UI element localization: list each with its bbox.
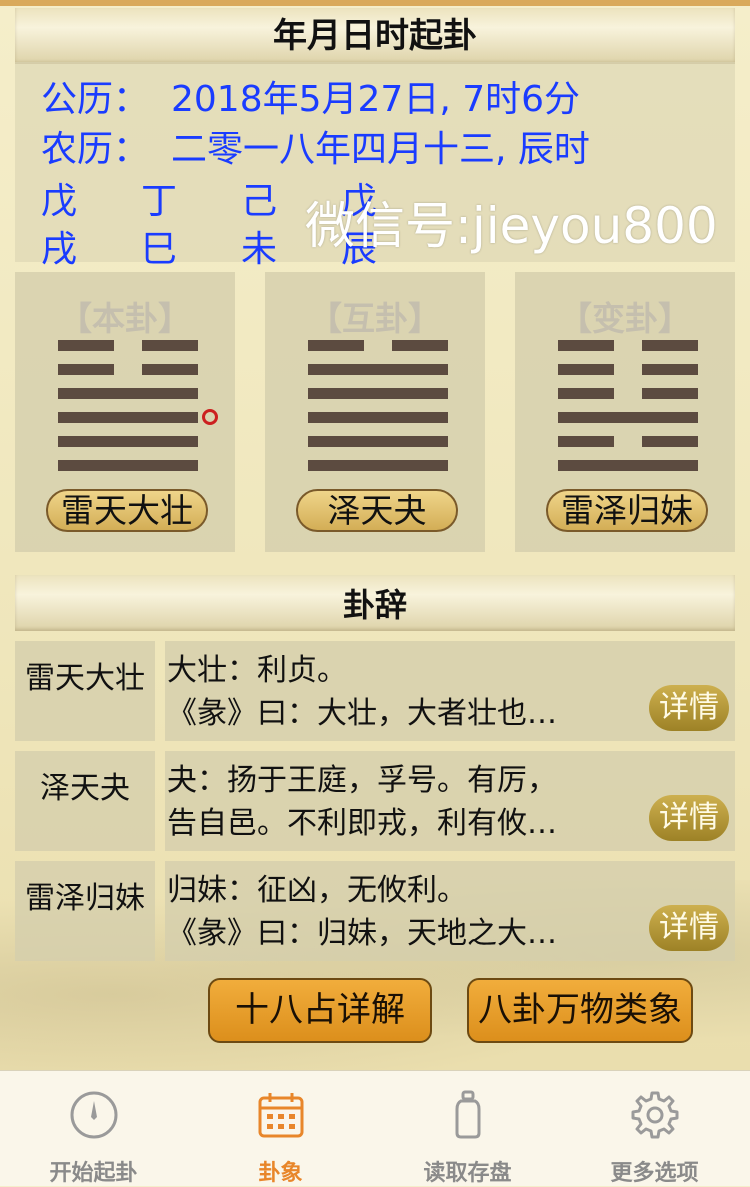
- branch-year: 戌: [41, 229, 78, 270]
- hexagram-name-button[interactable]: 泽天夬: [296, 489, 458, 532]
- compass-icon: [70, 1091, 118, 1139]
- watermark: 微信号:jieyou800: [305, 197, 718, 255]
- tab-label: 开始起卦: [49, 1161, 138, 1186]
- yin-line: [558, 364, 698, 375]
- solar-label: 公历：: [41, 79, 150, 120]
- hexagram-panel-main: 【本卦】 雷天大壮: [15, 272, 235, 552]
- hexagram-name-button[interactable]: 雷泽归妹: [546, 489, 708, 532]
- hexagram-panel-mutual: 【互卦】 泽天夬: [265, 272, 485, 552]
- yang-line: [308, 460, 448, 471]
- yang-line: [308, 388, 448, 399]
- guaci-line: 夬：扬于王庭，孚号。有厉，: [167, 763, 557, 798]
- guaci-row-text: 夬：扬于王庭，孚号。有厉， 告自邑。不利即戎，利有攸… 详情: [165, 751, 735, 851]
- bagua-images-button[interactable]: 八卦万物类象: [467, 978, 693, 1043]
- tab-bar: 开始起卦 卦象 读取存盘 更多选项: [0, 1070, 750, 1186]
- guaci-row-text: 大壮：利贞。 《彖》曰：大壮，大者壮也… 详情: [165, 641, 735, 741]
- top-edge: [0, 0, 750, 6]
- guaci-row-name: 雷天大壮: [15, 641, 155, 741]
- calendar-icon: [258, 1093, 304, 1138]
- guaci-line: 《彖》曰：归妹，天地之大…: [167, 916, 557, 951]
- yang-line: [58, 388, 198, 399]
- yang-line: [308, 436, 448, 447]
- guaci-row-name: 泽天夬: [15, 751, 155, 851]
- yang-line: [58, 412, 198, 423]
- yin-line: [558, 388, 698, 399]
- detail-button[interactable]: 详情: [649, 795, 729, 841]
- bottle-icon: [455, 1090, 481, 1139]
- tab-start[interactable]: 开始起卦: [0, 1071, 187, 1186]
- shiba-detail-button[interactable]: 十八占详解: [208, 978, 432, 1043]
- lunar-date-line: 农历： 二零一八年四月十三, 辰时: [41, 120, 590, 172]
- tab-label: 卦象: [258, 1161, 303, 1186]
- page-title: 年月日时起卦: [15, 8, 735, 64]
- guaci-row-name: 雷泽归妹: [15, 861, 155, 961]
- tab-hexagram[interactable]: 卦象: [187, 1071, 374, 1186]
- guaci-line: 大壮：利贞。: [167, 653, 347, 688]
- moving-line-marker: [202, 409, 218, 425]
- solar-value: 2018年5月27日, 7时6分: [171, 79, 581, 120]
- yang-line: [58, 460, 198, 471]
- yin-line: [308, 340, 448, 351]
- solar-date-line: 公历： 2018年5月27日, 7时6分: [41, 70, 580, 122]
- branch-day: 未: [241, 229, 278, 270]
- yang-line: [558, 412, 698, 423]
- tab-load[interactable]: 读取存盘: [374, 1071, 561, 1186]
- tab-label: 读取存盘: [423, 1161, 512, 1186]
- detail-button[interactable]: 详情: [649, 685, 729, 731]
- yin-line: [58, 340, 198, 351]
- hexagram-panel-changed: 【变卦】 雷泽归妹: [515, 272, 735, 552]
- gear-icon: [631, 1091, 679, 1139]
- stem-year: 戊: [41, 181, 78, 222]
- stem-month: 丁: [141, 181, 178, 222]
- lunar-label: 农历：: [41, 129, 150, 170]
- yin-line: [58, 364, 198, 375]
- lunar-value: 二零一八年四月十三, 辰时: [171, 129, 590, 170]
- hexagram-title: 【互卦】: [309, 299, 441, 338]
- yang-line: [558, 460, 698, 471]
- hexagram-name-button[interactable]: 雷天大壮: [46, 489, 208, 532]
- guaci-title: 卦辞: [15, 575, 735, 631]
- stem-day: 己: [241, 181, 278, 222]
- guaci-row-text: 归妹：征凶，无攸利。 《彖》曰：归妹，天地之大… 详情: [165, 861, 735, 961]
- tab-label: 更多选项: [610, 1161, 699, 1186]
- yang-line: [308, 412, 448, 423]
- tab-more[interactable]: 更多选项: [561, 1071, 748, 1186]
- yang-line: [308, 364, 448, 375]
- hexagram-title: 【本卦】: [59, 299, 191, 338]
- yin-line: [558, 436, 698, 447]
- branch-month: 巳: [141, 229, 178, 270]
- detail-button[interactable]: 详情: [649, 905, 729, 951]
- hexagram-title: 【变卦】: [559, 299, 691, 338]
- yang-line: [58, 436, 198, 447]
- guaci-line: 《彖》曰：大壮，大者壮也…: [167, 696, 557, 731]
- yin-line: [558, 340, 698, 351]
- guaci-line: 告自邑。不利即戎，利有攸…: [167, 806, 557, 841]
- guaci-line: 归妹：征凶，无攸利。: [167, 873, 467, 908]
